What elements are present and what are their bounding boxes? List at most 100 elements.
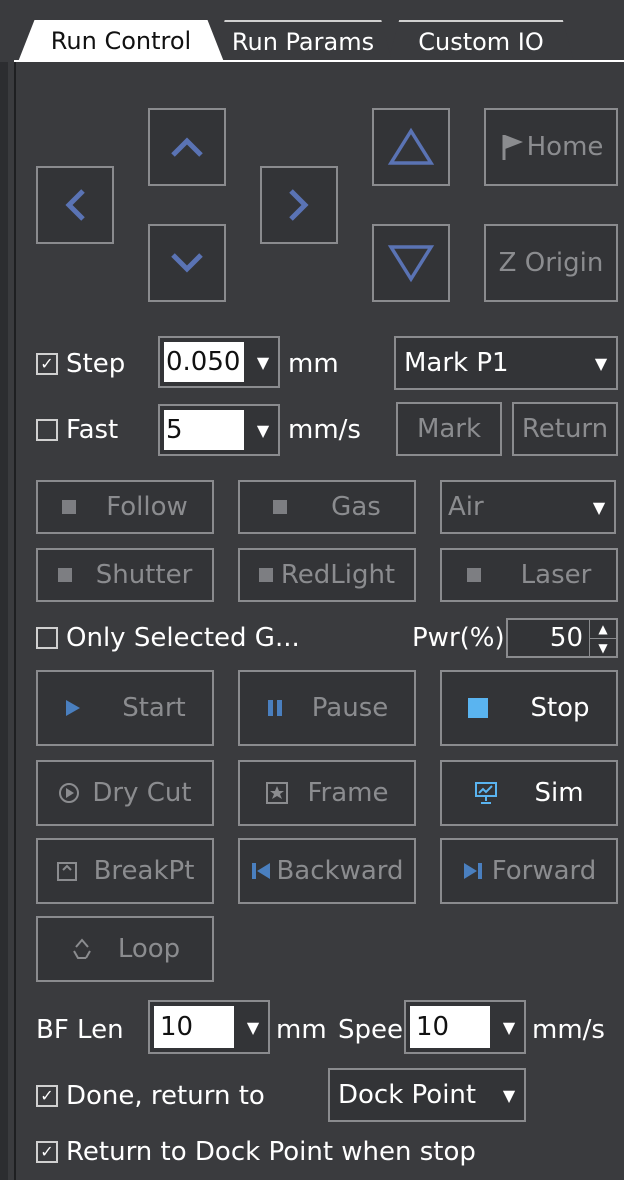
z-up-button[interactable] (372, 108, 450, 186)
dropdown-arrow-icon: ▼ (592, 497, 606, 517)
triangle-down-icon (387, 245, 435, 283)
jog-down-button[interactable] (148, 224, 226, 302)
indicator-icon (57, 568, 72, 582)
dropdown-arrow-icon[interactable]: ▼ (248, 421, 278, 440)
jog-right-button[interactable] (260, 166, 338, 244)
spin-down-icon[interactable]: ▼ (590, 638, 616, 657)
backward-label: Backward (276, 856, 404, 886)
only-selected-label: Only Selected G... (66, 623, 300, 653)
breakpt-button[interactable]: BreakPt (36, 838, 214, 904)
redlight-button[interactable]: RedLight (238, 548, 416, 602)
return-dock-label: Return to Dock Point when stop (66, 1137, 476, 1167)
done-target-value: Dock Point (338, 1080, 477, 1110)
bf-len-unit: mm (276, 1015, 327, 1045)
bf-len-value: 10 (160, 1012, 194, 1042)
bf-speed-value: 10 (416, 1012, 450, 1042)
tab-run-control[interactable]: Run Control (18, 20, 224, 62)
presentation-icon (475, 782, 498, 804)
bf-len-combo[interactable]: 10 ▼ (148, 1000, 270, 1054)
recycle-icon (72, 938, 91, 959)
indicator-icon (273, 500, 288, 514)
dropdown-arrow-icon[interactable]: ▼ (238, 1018, 268, 1037)
sim-button[interactable]: Sim (440, 760, 618, 826)
dropdown-arrow-icon[interactable]: ▼ (248, 353, 278, 372)
flag-icon (502, 135, 523, 160)
laser-label: Laser (520, 560, 592, 590)
checkbox-checked-icon: ✓ (36, 1085, 58, 1107)
fast-unit: mm/s (288, 415, 361, 445)
follow-label: Follow (106, 492, 188, 522)
jog-left-button[interactable] (36, 166, 114, 244)
backward-button[interactable]: Backward (238, 838, 416, 904)
bf-speed-combo[interactable]: 10 ▼ (404, 1000, 526, 1054)
stop-button[interactable]: Stop (440, 670, 618, 746)
indicator-icon (258, 568, 273, 582)
breakpoint-icon (56, 862, 77, 881)
home-label: Home (526, 132, 604, 162)
frame-button[interactable]: Frame (238, 760, 416, 826)
gas-button[interactable]: Gas (238, 480, 416, 534)
mark-point-combo[interactable]: Mark P1 ▼ (394, 336, 618, 390)
tab-label: Custom IO (418, 28, 544, 56)
redlight-label: RedLight (280, 560, 396, 590)
stop-square-icon (468, 698, 489, 718)
dry-cut-label: Dry Cut (92, 778, 192, 808)
spin-up-icon[interactable]: ▲ (590, 620, 616, 638)
power-spinbox[interactable]: 50 ▲ ▼ (506, 618, 618, 658)
mark-label: Mark (416, 414, 482, 444)
mark-button[interactable]: Mark (396, 402, 502, 456)
dry-cut-button[interactable]: Dry Cut (36, 760, 214, 826)
step-value-combo[interactable]: 0.050 ▼ (158, 336, 280, 388)
jog-up-button[interactable] (148, 108, 226, 186)
stop-label: Stop (530, 693, 590, 723)
start-label: Start (122, 693, 186, 723)
tab-label: Run Control (50, 27, 192, 55)
pause-button[interactable]: Pause (238, 670, 416, 746)
frame-star-icon (266, 782, 289, 804)
z-origin-label: Z Origin (498, 248, 604, 278)
frame-label: Frame (307, 778, 389, 808)
chevron-left-icon (65, 189, 85, 221)
shutter-label: Shutter (95, 560, 193, 590)
done-return-label: Done, return to (66, 1081, 265, 1111)
indicator-icon (466, 568, 481, 582)
laser-button[interactable]: Laser (440, 548, 618, 602)
checkbox-checked-icon: ✓ (36, 1141, 58, 1163)
fast-value: 5 (166, 415, 183, 445)
spin-buttons: ▲ ▼ (589, 620, 616, 656)
power-value: 50 (549, 623, 583, 653)
shutter-button[interactable]: Shutter (36, 548, 214, 602)
gas-label: Gas (331, 492, 381, 522)
dropdown-arrow-icon: ▼ (594, 353, 608, 373)
gas-type-combo[interactable]: Air ▼ (440, 480, 616, 534)
forward-button[interactable]: Forward (440, 838, 618, 904)
step-checkbox[interactable]: ✓ Step (36, 344, 125, 384)
start-button[interactable]: Start (36, 670, 214, 746)
done-return-checkbox[interactable]: ✓ Done, return to (36, 1076, 265, 1116)
sim-label: Sim (534, 778, 584, 808)
only-selected-checkbox[interactable]: Only Selected G... (36, 618, 300, 658)
triangle-up-icon (387, 127, 435, 165)
return-label: Return (521, 414, 609, 444)
z-origin-button[interactable]: Z Origin (484, 224, 618, 302)
follow-button[interactable]: Follow (36, 480, 214, 534)
tab-custom-io[interactable]: Custom IO (388, 20, 574, 62)
loop-button[interactable]: Loop (36, 916, 214, 982)
done-target-combo[interactable]: Dock Point ▼ (328, 1068, 526, 1122)
bf-len-label: BF Len (36, 1015, 124, 1045)
tab-label: Run Params (231, 28, 375, 56)
dropdown-arrow-icon[interactable]: ▼ (494, 1018, 524, 1037)
fast-value-combo[interactable]: 5 ▼ (158, 404, 280, 456)
fast-label: Fast (66, 415, 119, 445)
indicator-icon (62, 500, 77, 514)
return-button[interactable]: Return (512, 402, 618, 456)
z-down-button[interactable] (372, 224, 450, 302)
step-label: Step (66, 349, 126, 379)
return-dock-checkbox[interactable]: ✓ Return to Dock Point when stop (36, 1132, 476, 1172)
play-icon (66, 700, 81, 716)
fast-checkbox[interactable]: Fast (36, 410, 118, 450)
home-button[interactable]: Home (484, 108, 618, 186)
bf-speed-unit: mm/s (532, 1015, 605, 1045)
tab-run-params[interactable]: Run Params (214, 20, 392, 62)
checkbox-unchecked-icon (36, 419, 58, 441)
